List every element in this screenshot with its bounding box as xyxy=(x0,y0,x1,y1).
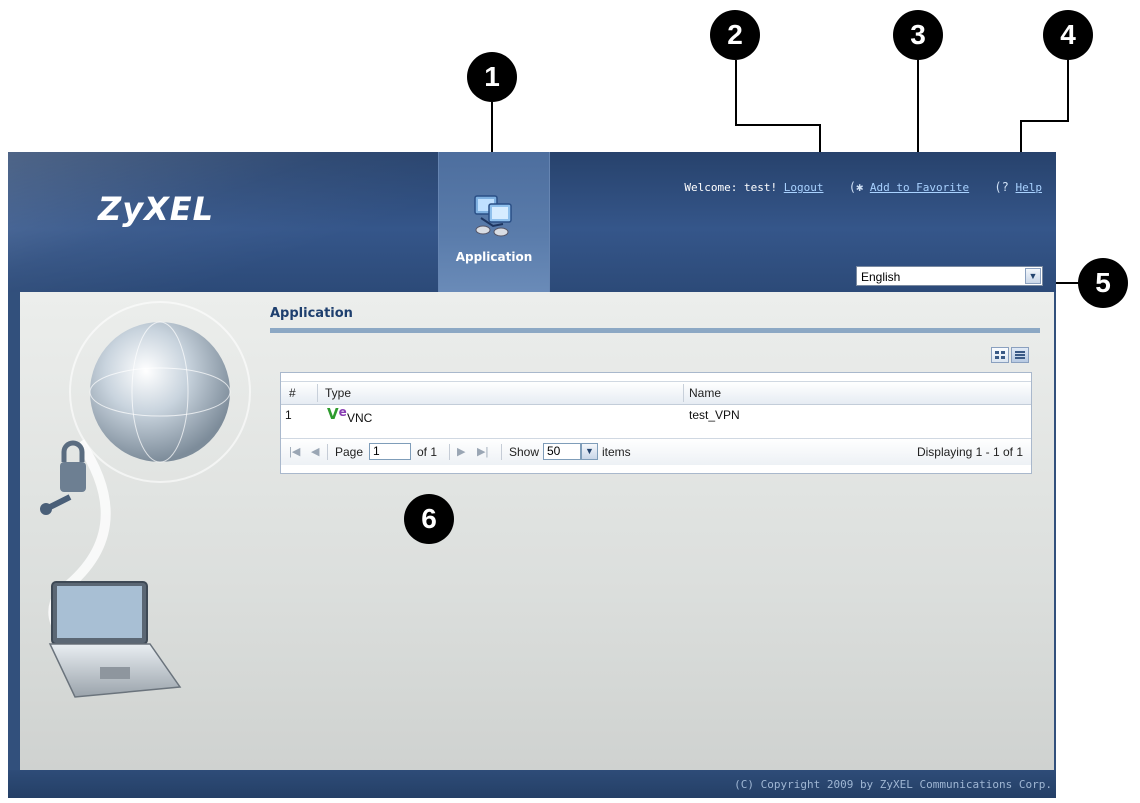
page-title: Application xyxy=(270,306,353,321)
title-underline xyxy=(270,328,1040,333)
items-label: items xyxy=(602,445,631,459)
help-icon: (? xyxy=(994,180,1009,194)
footer: (C) Copyright 2009 by ZyXEL Communicatio… xyxy=(8,770,1056,798)
view-toggle xyxy=(989,347,1029,365)
page-number-input[interactable]: 1 xyxy=(369,443,411,460)
callout-6: 6 xyxy=(404,494,454,544)
callout-4-line-h xyxy=(1020,120,1069,122)
first-page-icon[interactable]: |◀ xyxy=(289,445,300,458)
application-menu-button[interactable]: Application xyxy=(438,152,550,292)
logout-link[interactable]: Logout xyxy=(784,181,824,194)
application-table: # Type Name 1 Ve VNC test_VPN |◀ ◀ Page … xyxy=(280,372,1032,474)
application-button-label: Application xyxy=(455,250,533,264)
show-label: Show xyxy=(509,445,540,459)
chevron-down-icon[interactable]: ▼ xyxy=(1025,268,1041,284)
of-pages-label: of 1 xyxy=(417,445,438,459)
callout-2-line-h xyxy=(735,124,821,126)
callout-4: 4 xyxy=(1043,10,1093,60)
callout-2: 2 xyxy=(710,10,760,60)
table-header: # Type Name xyxy=(281,381,1031,405)
top-links: Welcome: test! Logout (✱ Add to Favorite… xyxy=(684,180,1042,194)
prev-page-icon[interactable]: ◀ xyxy=(311,445,319,458)
callout-3: 3 xyxy=(893,10,943,60)
pagination-bar: |◀ ◀ Page 1 of 1 ▶ ▶| Show 50 ▼ items Di… xyxy=(281,438,1031,465)
callout-1: 1 xyxy=(467,52,517,102)
favorite-icon: (✱ xyxy=(848,180,864,194)
callout-4-line-v1 xyxy=(1067,60,1069,122)
callout-5: 5 xyxy=(1078,258,1128,308)
callout-6-label: 6 xyxy=(421,503,437,534)
next-page-icon[interactable]: ▶ xyxy=(457,445,465,458)
row-name: test_VPN xyxy=(689,408,740,422)
chevron-down-icon[interactable]: ▼ xyxy=(581,443,598,460)
callout-1-line xyxy=(491,102,493,152)
callout-4-label: 4 xyxy=(1060,19,1076,50)
add-to-favorite-link[interactable]: Add to Favorite xyxy=(870,181,969,194)
last-page-icon[interactable]: ▶| xyxy=(477,445,488,458)
vnc-icon: Ve xyxy=(327,405,347,423)
column-separator xyxy=(317,384,318,402)
callout-5-label: 5 xyxy=(1095,267,1111,298)
grid-view-icon[interactable] xyxy=(991,347,1009,363)
zyxel-logo: ZyXEL xyxy=(98,190,214,228)
security-illustration xyxy=(40,301,251,698)
row-type: VNC xyxy=(347,411,373,425)
pager-separator xyxy=(449,444,450,460)
language-select[interactable]: English ▼ xyxy=(856,266,1043,286)
main-content: Application # Type Name 1 Ve VNC test_VP… xyxy=(20,292,1054,770)
column-separator xyxy=(683,384,684,402)
page-label: Page xyxy=(335,445,364,459)
application-icon xyxy=(471,190,517,247)
table-row[interactable]: 1 Ve VNC test_VPN xyxy=(281,404,1031,426)
displaying-count: Displaying 1 - 1 of 1 xyxy=(916,445,1023,459)
app-window: ZyXEL Application Welcome: test! Logout … xyxy=(8,152,1056,798)
language-value: English xyxy=(861,270,901,284)
copyright-text: (C) Copyright 2009 by ZyXEL Communicatio… xyxy=(734,778,1052,791)
callout-2-line-v1 xyxy=(735,60,737,126)
page-size-select[interactable]: 50 xyxy=(543,443,581,460)
welcome-text: Welcome: test! xyxy=(684,181,778,194)
column-header-name[interactable]: Name xyxy=(689,386,721,400)
header-bar: ZyXEL Application Welcome: test! Logout … xyxy=(8,152,1056,292)
pager-separator xyxy=(501,444,502,460)
list-view-icon[interactable] xyxy=(1011,347,1029,363)
callout-2-label: 2 xyxy=(727,19,743,50)
pager-separator xyxy=(327,444,328,460)
callout-1-label: 1 xyxy=(484,61,500,92)
callout-3-label: 3 xyxy=(910,19,926,50)
vnc-icon-v: V xyxy=(327,405,339,423)
row-num: 1 xyxy=(285,408,292,422)
help-link[interactable]: Help xyxy=(1016,181,1043,194)
column-header-num[interactable]: # xyxy=(289,386,296,400)
vnc-icon-e: e xyxy=(338,405,347,419)
column-header-type[interactable]: Type xyxy=(325,386,351,400)
